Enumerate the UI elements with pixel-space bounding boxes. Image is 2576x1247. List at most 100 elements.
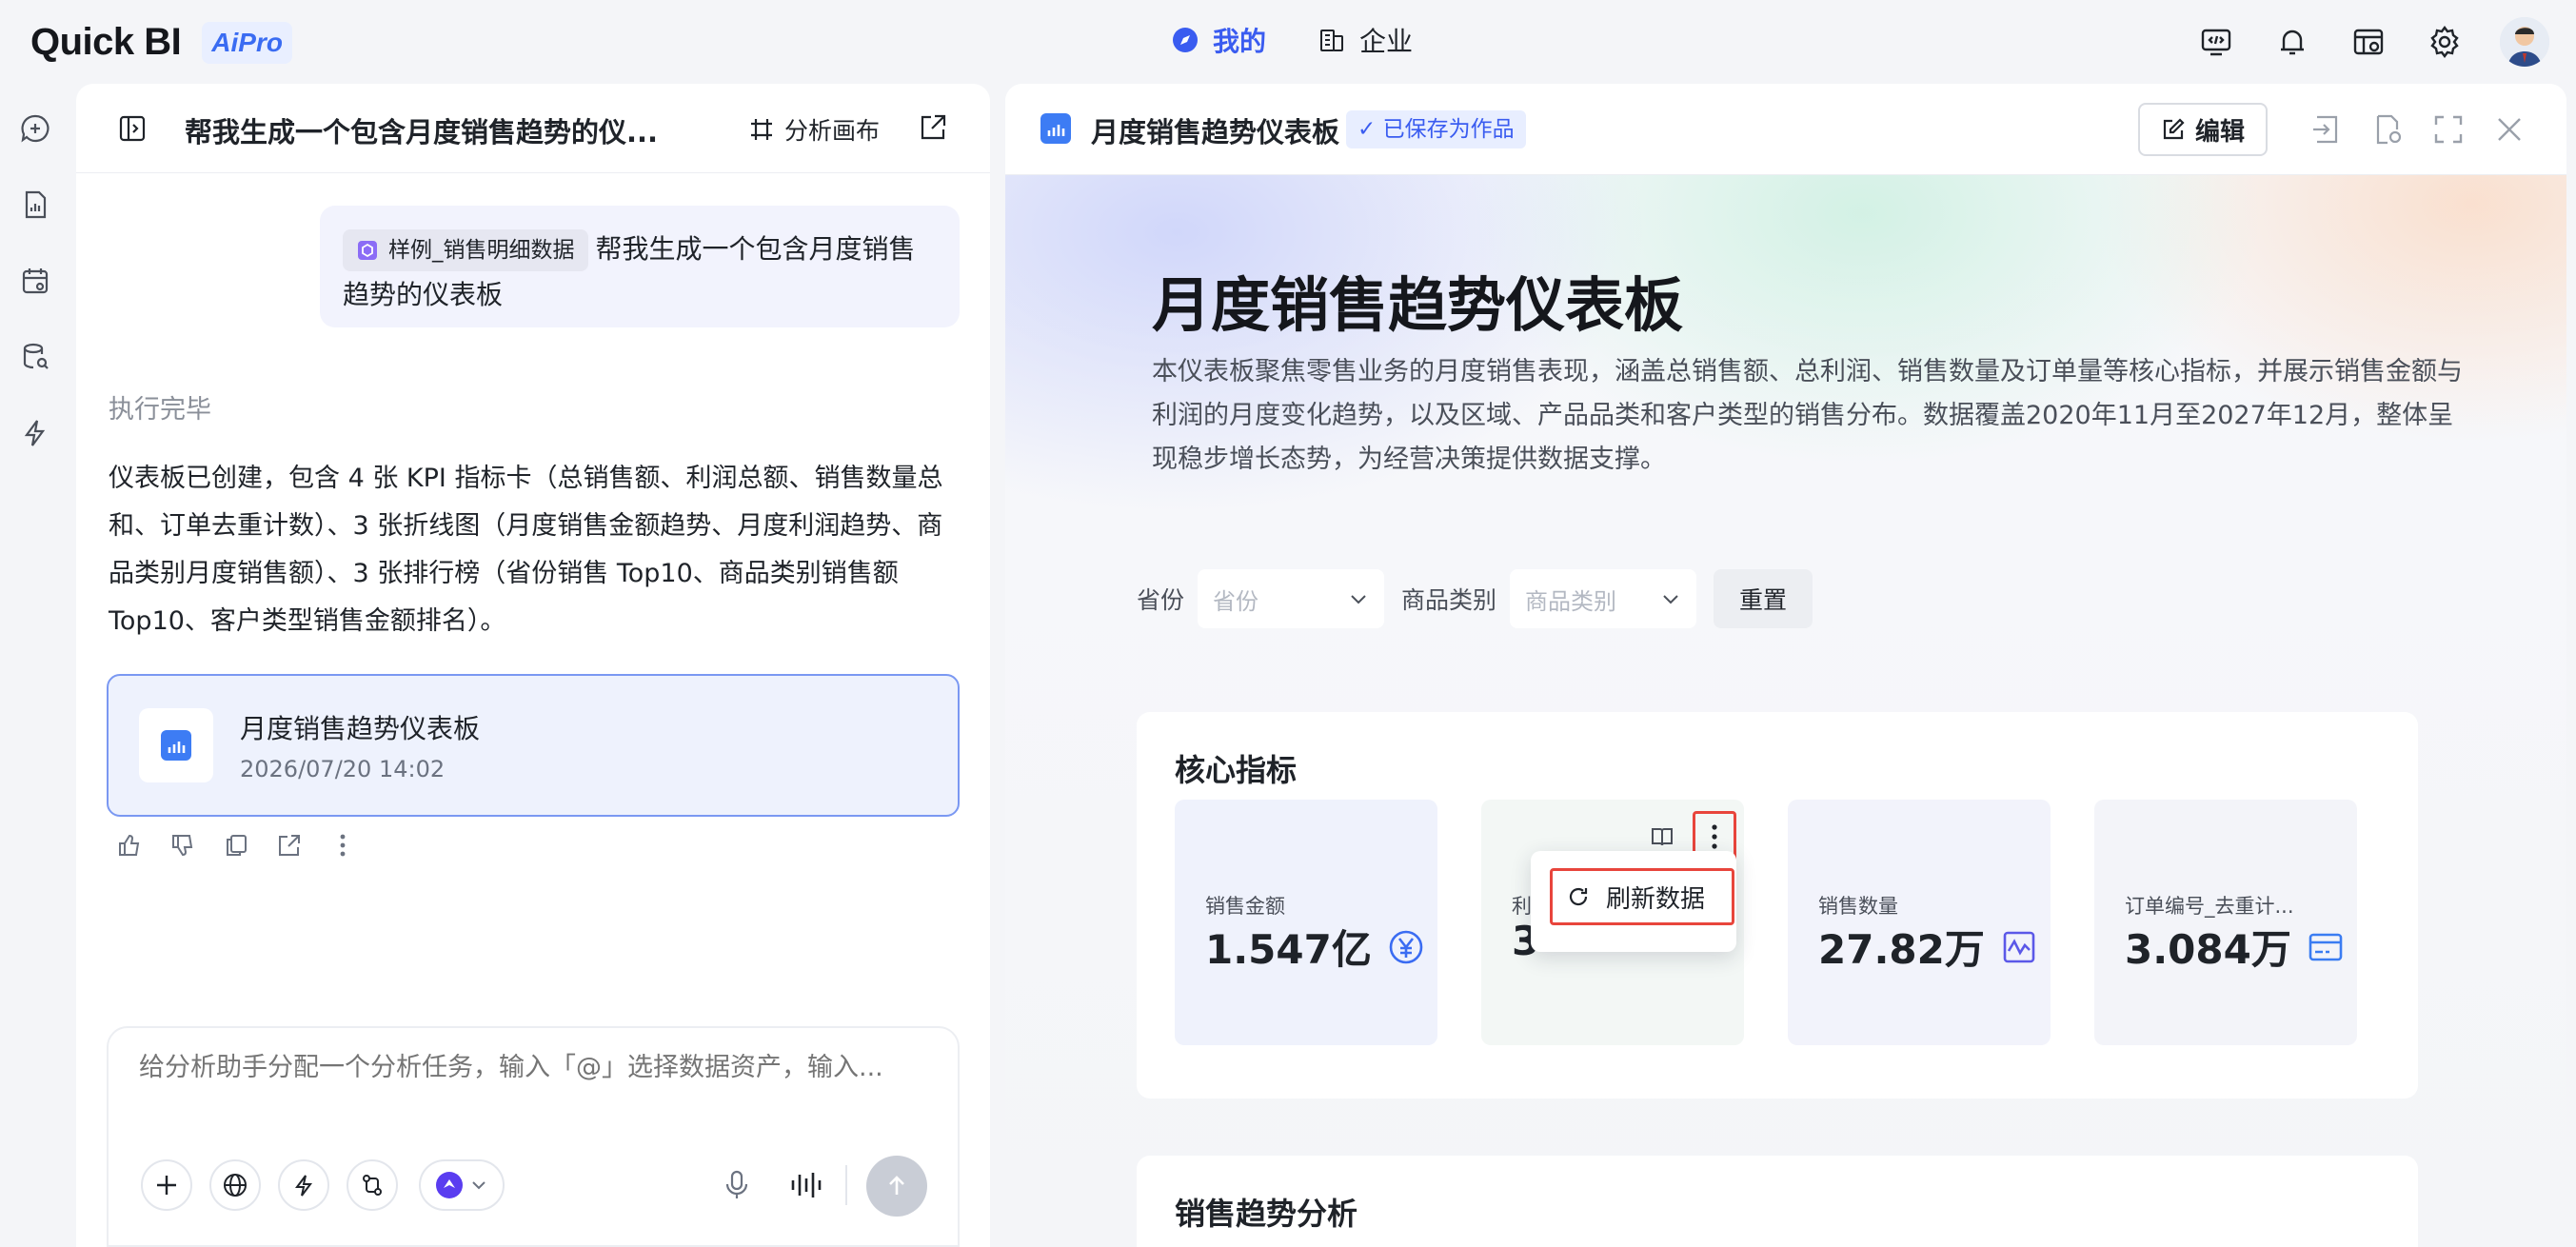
lightning-icon bbox=[291, 1173, 316, 1198]
send-button[interactable] bbox=[866, 1156, 927, 1217]
kpi-card-sales-amount[interactable]: 销售金额 1.547亿 bbox=[1175, 800, 1437, 1045]
compass-icon bbox=[1171, 26, 1199, 54]
globe-icon bbox=[222, 1172, 248, 1198]
chat-panel: 帮我生成一个包含月度销售趋势的仪... 分析画布 样例_销售明细数据 帮我生成一… bbox=[76, 84, 990, 1247]
dataset-settings-icon[interactable] bbox=[2351, 25, 2386, 59]
chevron-down-icon bbox=[1348, 588, 1369, 609]
dashboard-body: 月度销售趋势仪表板 本仪表板聚焦零售业务的月度销售表现，涵盖总销售额、总利润、销… bbox=[1005, 175, 2566, 1247]
calendar-icon[interactable] bbox=[19, 265, 51, 297]
copy-icon[interactable] bbox=[223, 832, 249, 859]
dashboard-title: 月度销售趋势仪表板 bbox=[1091, 116, 1340, 148]
province-select[interactable]: 省份 bbox=[1198, 569, 1385, 628]
share-icon[interactable] bbox=[276, 832, 303, 859]
dashboard-chart-icon bbox=[1040, 112, 1072, 145]
refresh-icon bbox=[1566, 884, 1591, 909]
kpi-card-order-count[interactable]: 订单编号_去重计... 3.084万 bbox=[2094, 800, 2357, 1045]
yuan-icon bbox=[1387, 928, 1425, 966]
main-nav: 我的 企业 bbox=[1171, 21, 1413, 59]
database-search-icon[interactable] bbox=[19, 341, 51, 373]
sidebar-toggle-icon[interactable] bbox=[116, 112, 149, 145]
dataset-cube-icon bbox=[356, 239, 379, 262]
chevron-down-icon bbox=[469, 1176, 488, 1195]
open-external-icon[interactable] bbox=[918, 112, 948, 143]
analysis-canvas-label: 分析画布 bbox=[784, 117, 881, 145]
lightning-icon[interactable] bbox=[19, 417, 51, 449]
workflow-button[interactable] bbox=[347, 1159, 398, 1211]
model-selector[interactable] bbox=[419, 1159, 505, 1211]
category-placeholder: 商品类别 bbox=[1525, 587, 1617, 615]
assistant-answer: 仪表板已创建，包含 4 张 KPI 指标卡（总销售额、利润总额、销售数量总和、订… bbox=[109, 464, 943, 636]
gear-icon[interactable] bbox=[2427, 25, 2462, 59]
refresh-data-menu-item[interactable]: 刷新数据 bbox=[1550, 868, 1734, 925]
brand-badge: AiPro bbox=[202, 21, 292, 64]
kpi-value: 1.547亿 bbox=[1205, 926, 1372, 973]
dashboard-header: 月度销售趋势仪表板 ✓ 已保存为作品 编辑 bbox=[1005, 84, 2566, 175]
book-icon[interactable] bbox=[1649, 823, 1675, 850]
voice-wave-icon[interactable] bbox=[788, 1169, 824, 1201]
close-icon[interactable] bbox=[2492, 112, 2526, 147]
canvas-icon bbox=[748, 116, 775, 143]
dataset-chip-label: 样例_销售明细数据 bbox=[388, 238, 575, 263]
filter-bar: 省份 省份 商品类别 商品类别 重置 bbox=[1137, 569, 1813, 628]
more-vertical-icon[interactable] bbox=[329, 832, 356, 859]
category-select[interactable]: 商品类别 bbox=[1510, 569, 1697, 628]
composer bbox=[107, 1026, 960, 1247]
bell-icon[interactable] bbox=[2275, 25, 2309, 59]
fullscreen-icon[interactable] bbox=[2431, 112, 2466, 147]
kpi-section: 核心指标 销售金额 1.547亿 利 3 刷新数据 销售数量 27.82万 订单… bbox=[1137, 712, 2418, 1099]
artifact-time: 2026/07/20 14:02 bbox=[240, 756, 446, 782]
chat-plus-icon[interactable] bbox=[19, 112, 51, 145]
collapse-panel-icon[interactable] bbox=[2309, 112, 2344, 147]
devtools-icon[interactable] bbox=[2199, 25, 2233, 59]
edit-button[interactable]: 编辑 bbox=[2138, 103, 2268, 156]
province-placeholder: 省份 bbox=[1213, 587, 1259, 615]
kpi-card-profit[interactable]: 利 3 刷新数据 bbox=[1481, 800, 1744, 1045]
trend-section: 销售趋势分析 bbox=[1137, 1156, 2418, 1247]
category-filter-label: 商品类别 bbox=[1401, 586, 1497, 614]
kpi-value: 27.82万 bbox=[1818, 926, 1985, 973]
dataset-chip[interactable]: 样例_销售明细数据 bbox=[343, 229, 588, 271]
kpi-card-sales-quantity[interactable]: 销售数量 27.82万 bbox=[1788, 800, 2051, 1045]
composer-divider bbox=[845, 1165, 847, 1205]
add-attachment-button[interactable] bbox=[141, 1159, 192, 1211]
arrow-up-icon bbox=[883, 1173, 910, 1199]
avatar[interactable] bbox=[2500, 17, 2549, 67]
nav-mine[interactable]: 我的 bbox=[1171, 21, 1266, 59]
nav-enterprise-label: 企业 bbox=[1359, 26, 1414, 57]
wave-chart-icon bbox=[2000, 928, 2038, 966]
web-search-button[interactable] bbox=[209, 1159, 261, 1211]
model-logo-icon bbox=[435, 1171, 464, 1199]
nav-enterprise[interactable]: 企业 bbox=[1318, 21, 1413, 59]
user-message: 样例_销售明细数据 帮我生成一个包含月度销售趋势的仪表板 bbox=[320, 206, 960, 327]
plus-icon bbox=[154, 1173, 179, 1198]
refresh-data-label: 刷新数据 bbox=[1606, 884, 1706, 914]
hero-title: 月度销售趋势仪表板 bbox=[1152, 270, 1684, 340]
edit-label: 编辑 bbox=[2194, 117, 2245, 147]
kpi-section-title: 核心指标 bbox=[1175, 752, 1298, 788]
composer-input[interactable] bbox=[139, 1053, 939, 1082]
dashboard-artifact-card[interactable]: 月度销售趋势仪表板 2026/07/20 14:02 bbox=[107, 674, 960, 817]
analysis-canvas-button[interactable]: 分析画布 bbox=[748, 112, 880, 147]
chevron-down-icon bbox=[1660, 588, 1681, 609]
brand-name: Quick BI bbox=[30, 21, 182, 63]
trend-section-title: 销售趋势分析 bbox=[1175, 1196, 1358, 1232]
kpi-value-row: 1.547亿 bbox=[1205, 918, 1425, 976]
kpi-label: 订单编号_去重计... bbox=[2125, 895, 2294, 918]
reset-button[interactable]: 重置 bbox=[1714, 569, 1813, 628]
thumbs-up-icon[interactable] bbox=[116, 832, 143, 859]
kpi-label: 销售数量 bbox=[1818, 895, 1898, 918]
report-icon[interactable] bbox=[19, 188, 51, 221]
report-settings-icon[interactable] bbox=[2370, 112, 2405, 147]
brand[interactable]: Quick BI AiPro bbox=[30, 21, 292, 64]
microphone-icon[interactable] bbox=[722, 1169, 752, 1201]
artifact-name: 月度销售趋势仪表板 bbox=[240, 713, 481, 744]
kpi-label: 销售金额 bbox=[1205, 895, 1285, 918]
quick-action-button[interactable] bbox=[278, 1159, 329, 1211]
saved-badge: ✓ 已保存为作品 bbox=[1346, 110, 1526, 148]
chat-title: 帮我生成一个包含月度销售趋势的仪... bbox=[185, 116, 659, 148]
dashboard-panel: 月度销售趋势仪表板 ✓ 已保存为作品 编辑 月度销售趋势仪表板 本仪表板聚焦零售… bbox=[1005, 84, 2566, 1247]
dashboard-chart-icon bbox=[139, 708, 213, 782]
more-vertical-icon bbox=[1710, 822, 1719, 851]
edit-icon bbox=[2161, 117, 2186, 142]
thumbs-down-icon[interactable] bbox=[169, 832, 196, 859]
